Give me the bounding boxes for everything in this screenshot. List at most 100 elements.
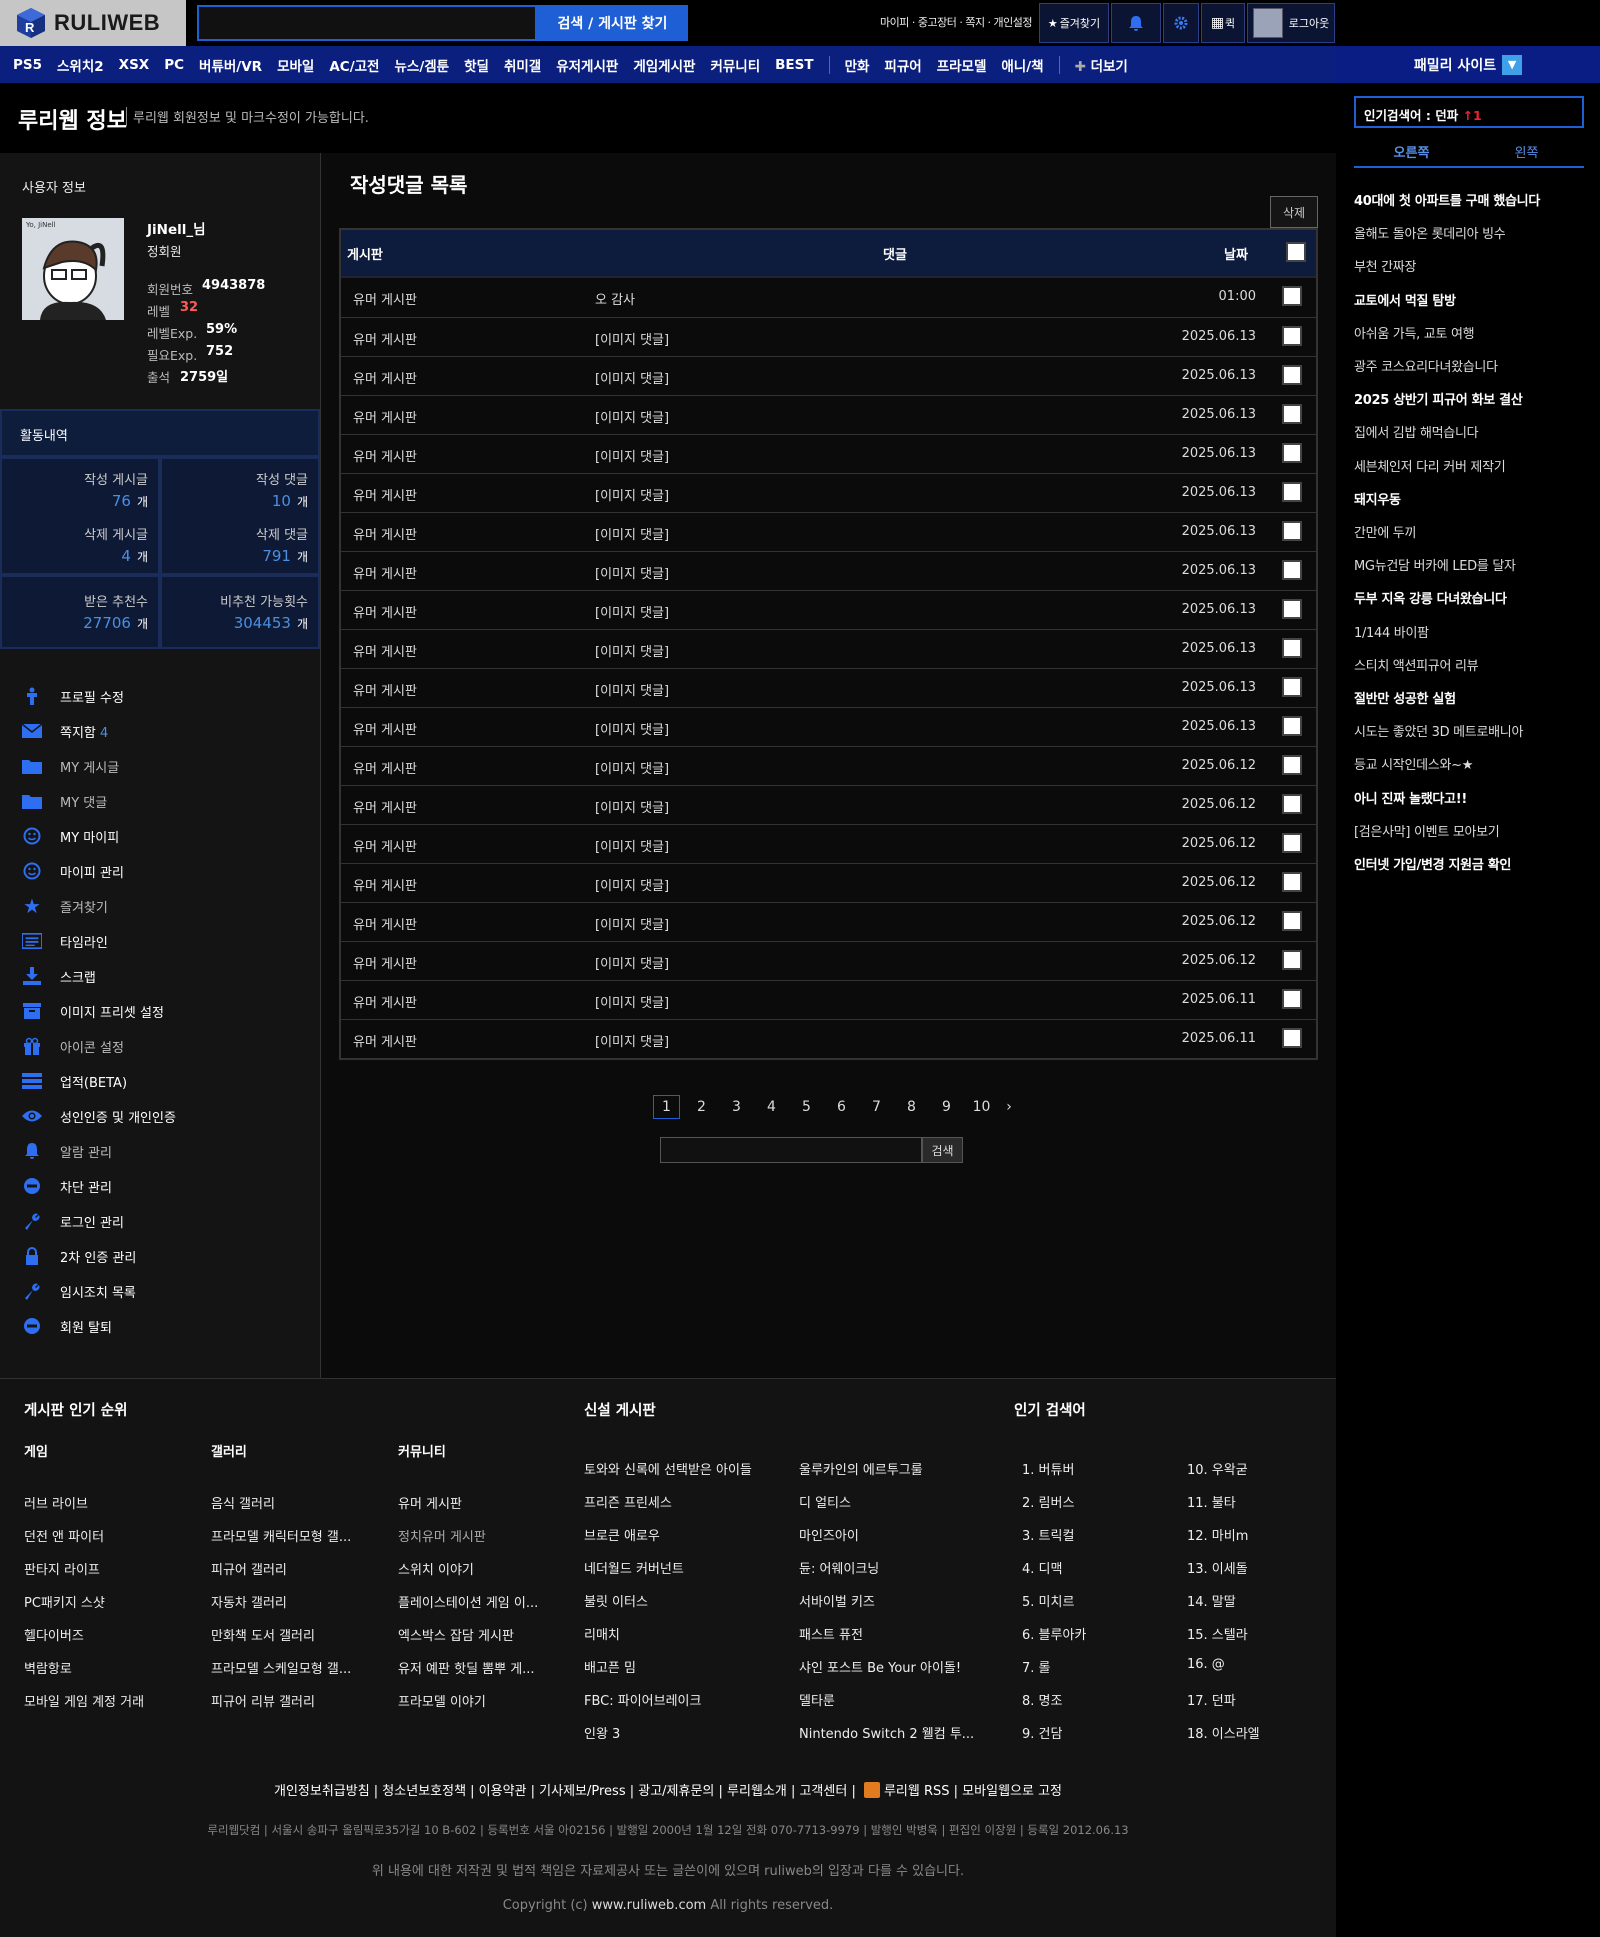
new-board-link[interactable]: 디 얼티스 bbox=[799, 1492, 851, 1511]
best-item[interactable]: [검은사막] 이벤트 모아보기 bbox=[1354, 821, 1500, 840]
new-board-link[interactable]: Nintendo Switch 2 웰컴 투... bbox=[799, 1723, 974, 1742]
row-comment[interactable]: [이미지 댓글] bbox=[595, 914, 669, 933]
row-checkbox[interactable] bbox=[1282, 989, 1302, 1009]
search-term-link[interactable]: 2. 림버스 bbox=[1022, 1492, 1074, 1511]
search-term-link[interactable]: 3. 트릭컬 bbox=[1022, 1525, 1074, 1544]
best-item[interactable]: 세븐체인저 다리 커버 제작기 bbox=[1354, 456, 1506, 475]
row-board[interactable]: 유머 게시판 bbox=[353, 992, 417, 1011]
nav-item[interactable]: 버튜버/VR bbox=[199, 55, 262, 75]
ranking-link[interactable]: 모바일 게임 계정 거래 bbox=[24, 1691, 144, 1710]
nav-item[interactable]: 모바일 bbox=[277, 55, 314, 75]
menu-scrap[interactable]: 스크랩 bbox=[22, 963, 96, 989]
search-term-link[interactable]: 9. 건담 bbox=[1022, 1723, 1062, 1742]
ranking-link[interactable]: 유저 예판 핫딜 뽐뿌 게... bbox=[398, 1658, 535, 1677]
delete-button[interactable]: 삭제 bbox=[1270, 196, 1318, 228]
row-board[interactable]: 유머 게시판 bbox=[353, 641, 417, 660]
row-comment[interactable]: [이미지 댓글] bbox=[595, 641, 669, 660]
menu-2fa[interactable]: 2차 인증 관리 bbox=[22, 1243, 136, 1269]
new-board-link[interactable]: 리매치 bbox=[584, 1624, 620, 1643]
best-item[interactable]: 40대에 첫 아파트를 구매 했습니다 bbox=[1354, 190, 1540, 209]
new-board-link[interactable]: 인왕 3 bbox=[584, 1723, 620, 1742]
best-item[interactable]: 시도는 좋았던 3D 메트로배니아 bbox=[1354, 721, 1523, 740]
tab-left[interactable]: 왼쪽 bbox=[1469, 136, 1584, 166]
stat-value[interactable]: 10 개 bbox=[162, 492, 308, 510]
nav-item[interactable]: 게임게시판 bbox=[633, 55, 695, 75]
row-board[interactable]: 유머 게시판 bbox=[353, 875, 417, 894]
best-item[interactable]: 등교 시작인데스와~★ bbox=[1354, 754, 1473, 773]
row-comment[interactable]: [이미지 댓글] bbox=[595, 836, 669, 855]
ranking-link[interactable]: 헬다이버즈 bbox=[24, 1625, 84, 1644]
menu-messages[interactable]: 쪽지함 4 bbox=[22, 718, 108, 744]
row-comment[interactable]: [이미지 댓글] bbox=[595, 329, 669, 348]
row-checkbox[interactable] bbox=[1282, 755, 1302, 775]
new-board-link[interactable]: 네더월드 커버넌트 bbox=[584, 1558, 684, 1577]
page-link[interactable]: 9 bbox=[929, 1095, 964, 1119]
nav-item[interactable]: 애니/책 bbox=[1001, 55, 1043, 75]
new-board-link[interactable]: 브로큰 애로우 bbox=[584, 1525, 660, 1544]
row-board[interactable]: 유머 게시판 bbox=[353, 446, 417, 465]
nav-item[interactable]: XSX bbox=[119, 57, 150, 73]
policy-links[interactable]: 개인정보취급방침 | 청소년보호정책 | 이용약관 | 기사제보/Press |… bbox=[274, 1784, 856, 1799]
ranking-link[interactable]: 자동차 갤러리 bbox=[211, 1592, 287, 1611]
menu-mypi-manage[interactable]: 마이피 관리 bbox=[22, 858, 124, 884]
ranking-link[interactable]: 벽람항로 bbox=[24, 1658, 72, 1677]
page-link[interactable]: 7 bbox=[859, 1095, 894, 1119]
best-item[interactable]: 광주 코스요리다녀왔습니다 bbox=[1354, 356, 1498, 375]
row-comment[interactable]: [이미지 댓글] bbox=[595, 368, 669, 387]
row-board[interactable]: 유머 게시판 bbox=[353, 289, 417, 308]
row-comment[interactable]: [이미지 댓글] bbox=[595, 407, 669, 426]
ranking-link[interactable]: 스위치 이야기 bbox=[398, 1559, 474, 1578]
row-board[interactable]: 유머 게시판 bbox=[353, 758, 417, 777]
best-item[interactable]: 교토에서 먹질 탐방 bbox=[1354, 290, 1456, 309]
nav-item[interactable]: 유저게시판 bbox=[556, 55, 618, 75]
ranking-link[interactable]: 프라모델 스케일모형 갤... bbox=[211, 1658, 351, 1677]
new-board-link[interactable]: 샤인 포스트 Be Your 아이돌! bbox=[799, 1657, 961, 1676]
new-board-link[interactable]: 울루카인의 에르투그룰 bbox=[799, 1459, 923, 1478]
menu-timeline[interactable]: 타임라인 bbox=[22, 928, 108, 954]
site-logo[interactable]: R RULIWEB bbox=[0, 0, 186, 46]
search-term-link[interactable]: 12. 마비m bbox=[1187, 1525, 1248, 1544]
new-board-link[interactable]: 마인즈아이 bbox=[799, 1525, 859, 1544]
mobile-link[interactable]: | 모바일웹으로 고정 bbox=[954, 1784, 1062, 1799]
apps-button[interactable]: ▦ 퀵 bbox=[1201, 3, 1245, 43]
new-board-link[interactable]: 패스트 퓨전 bbox=[799, 1624, 863, 1643]
best-item[interactable]: 집에서 김밥 해먹습니다 bbox=[1354, 422, 1479, 441]
row-board[interactable]: 유머 게시판 bbox=[353, 407, 417, 426]
row-comment[interactable]: [이미지 댓글] bbox=[595, 485, 669, 504]
search-term-link[interactable]: 17. 던파 bbox=[1187, 1690, 1236, 1709]
search-term-link[interactable]: 11. 불타 bbox=[1187, 1492, 1236, 1511]
page-link[interactable]: 6 bbox=[824, 1095, 859, 1119]
search-button[interactable]: 검색 / 게시판 찾기 bbox=[537, 5, 688, 41]
row-board[interactable]: 유머 게시판 bbox=[353, 680, 417, 699]
row-board[interactable]: 유머 게시판 bbox=[353, 914, 417, 933]
page-link[interactable]: 5 bbox=[789, 1095, 824, 1119]
menu-withdraw[interactable]: 회원 탈퇴 bbox=[22, 1313, 112, 1339]
search-term-link[interactable]: 10. 우왁굳 bbox=[1187, 1459, 1248, 1478]
row-board[interactable]: 유머 게시판 bbox=[353, 1031, 417, 1050]
row-checkbox[interactable] bbox=[1282, 638, 1302, 658]
row-checkbox[interactable] bbox=[1282, 286, 1302, 306]
best-item[interactable]: 절반만 성공한 실험 bbox=[1354, 688, 1456, 707]
nav-item[interactable]: 피규어 bbox=[884, 55, 921, 75]
search-term-link[interactable]: 7. 롤 bbox=[1022, 1657, 1051, 1676]
menu-my-comments[interactable]: MY 댓글 bbox=[22, 788, 107, 814]
row-comment[interactable]: [이미지 댓글] bbox=[595, 719, 669, 738]
search-term-link[interactable]: 6. 블루아카 bbox=[1022, 1624, 1086, 1643]
select-all-checkbox[interactable] bbox=[1286, 242, 1306, 262]
bell-button[interactable] bbox=[1111, 3, 1161, 43]
page-link[interactable]: 1 bbox=[653, 1095, 680, 1119]
search-term-link[interactable]: 5. 미치르 bbox=[1022, 1591, 1074, 1610]
chevron-right-icon[interactable]: › bbox=[999, 1095, 1019, 1119]
row-comment[interactable]: [이미지 댓글] bbox=[595, 1031, 669, 1050]
row-comment[interactable]: [이미지 댓글] bbox=[595, 875, 669, 894]
row-comment[interactable]: [이미지 댓글] bbox=[595, 797, 669, 816]
row-comment[interactable]: [이미지 댓글] bbox=[595, 680, 669, 699]
best-item[interactable]: 부천 간짜장 bbox=[1354, 256, 1416, 275]
ranking-link[interactable]: 러브 라이브 bbox=[24, 1493, 88, 1512]
row-comment[interactable]: [이미지 댓글] bbox=[595, 524, 669, 543]
row-board[interactable]: 유머 게시판 bbox=[353, 485, 417, 504]
nav-item[interactable]: 스위치2 bbox=[57, 55, 104, 75]
row-checkbox[interactable] bbox=[1282, 365, 1302, 385]
nav-item[interactable]: 뉴스/겜툰 bbox=[394, 55, 449, 75]
row-checkbox[interactable] bbox=[1282, 872, 1302, 892]
